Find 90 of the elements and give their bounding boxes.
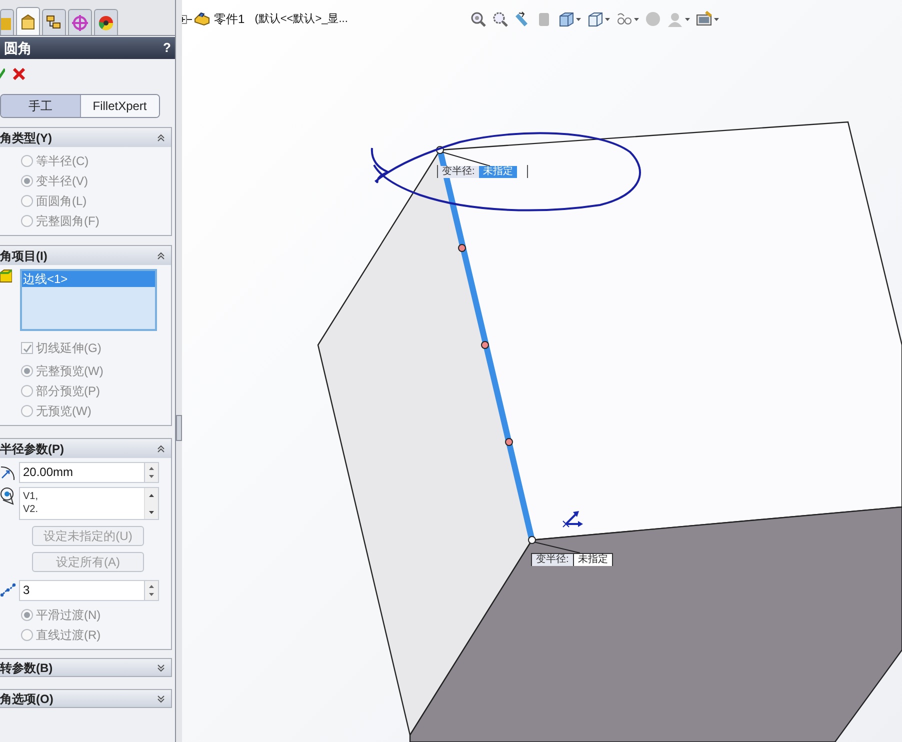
caret-icon[interactable] — [605, 18, 610, 21]
leader-line — [534, 542, 580, 554]
radius-icon — [0, 464, 16, 482]
close-icon[interactable] — [13, 68, 25, 80]
cube-icon[interactable] — [558, 11, 574, 28]
monitor-icon[interactable] — [696, 11, 712, 28]
section-header[interactable]: 角类型(Y) — [0, 128, 171, 147]
callout-label: 变半径: — [438, 166, 479, 178]
radio-button[interactable] — [21, 365, 33, 377]
section-header[interactable]: 角选项(O) — [0, 689, 172, 708]
radius-callout[interactable]: 变半径: 未指定 — [531, 553, 613, 566]
control-point[interactable] — [481, 341, 489, 349]
count-field[interactable]: 3 — [19, 580, 159, 600]
radio-label: 变半径(V) — [36, 173, 88, 190]
help-button[interactable]: ? — [163, 38, 171, 58]
radio-button[interactable] — [21, 609, 33, 621]
spin-buttons[interactable] — [144, 463, 158, 482]
scroll-bar[interactable] — [144, 488, 158, 519]
field-value: 3 — [22, 582, 31, 598]
radio-button[interactable] — [21, 405, 33, 417]
color-wheel-icon — [97, 14, 115, 32]
panel-tab[interactable] — [94, 9, 118, 35]
spin-buttons[interactable] — [144, 580, 158, 600]
points-icon — [0, 582, 16, 598]
radio-button[interactable] — [21, 175, 33, 187]
cube-icon[interactable] — [587, 11, 603, 28]
part-icon — [194, 12, 210, 26]
section-title: 角项目(I) — [0, 248, 48, 264]
list-item[interactable]: V2. — [23, 503, 144, 516]
expand-tree-icon[interactable] — [182, 14, 192, 24]
checkbox[interactable] — [21, 342, 33, 354]
callout-label: 变半径: — [532, 554, 573, 566]
caret-icon[interactable] — [714, 18, 719, 21]
radio-label: 等半径(C) — [36, 153, 89, 170]
leader-line — [442, 152, 490, 166]
arrow-icon[interactable] — [514, 11, 530, 28]
collapse-icon[interactable] — [157, 444, 165, 452]
collapse-handle[interactable] — [176, 415, 182, 441]
radius-field[interactable]: 20.00mm — [19, 462, 159, 483]
callout-value[interactable]: 未指定 — [572, 554, 612, 566]
radio-label: 完整圆角(F) — [36, 213, 100, 230]
radio-label: 完整预览(W) — [36, 363, 104, 380]
radio-button[interactable] — [21, 155, 33, 167]
section-title: 半径参数(P) — [0, 440, 64, 458]
triad-icon — [562, 511, 583, 528]
check-icon[interactable] — [0, 68, 5, 80]
collapse-icon[interactable] — [157, 252, 165, 260]
radio-label: 无预览(W) — [36, 403, 92, 420]
magnifier-icon[interactable] — [492, 11, 508, 28]
radio-label: 部分预览(P) — [36, 383, 100, 400]
panel-title: 圆角 — [4, 38, 32, 58]
house-icon — [19, 12, 37, 30]
part-name[interactable]: 零件1 — [214, 10, 245, 28]
section-header[interactable]: 转参数(B) — [0, 658, 172, 677]
control-point[interactable] — [505, 438, 513, 446]
checkbox-label: 切线延伸(G) — [36, 340, 102, 357]
panel-tab[interactable] — [42, 9, 66, 35]
vertex-list[interactable]: V1, V2. — [19, 487, 159, 520]
panel-tab[interactable] — [16, 7, 40, 35]
radio-button[interactable] — [21, 385, 33, 397]
radius-callout[interactable]: 变半径: 未指定 — [437, 165, 528, 178]
list-item[interactable]: V1, — [23, 490, 144, 503]
section-title: 角选项(O) — [0, 690, 54, 708]
vertex-icon — [0, 487, 16, 505]
expand-icon[interactable] — [157, 694, 165, 702]
caret-icon[interactable] — [685, 18, 690, 21]
tree-icon — [45, 14, 63, 32]
cube-icon — [0, 269, 12, 283]
radio-label: 面圆角(L) — [36, 193, 87, 210]
expand-icon[interactable] — [157, 664, 165, 672]
field-value: 20.00mm — [22, 464, 74, 481]
control-point[interactable] — [458, 244, 466, 252]
radio-button[interactable] — [21, 629, 33, 641]
configuration-name: (默认<<默认>_显... — [254, 12, 348, 27]
radio-label: 直线过渡(R) — [36, 627, 101, 644]
radio-label: 平滑过渡(N) — [36, 607, 101, 624]
section-title: 转参数(B) — [0, 660, 53, 676]
mode-tab[interactable]: 手工 — [1, 95, 80, 117]
section-header[interactable]: 半径参数(P) — [0, 439, 171, 458]
crosshair-icon — [71, 14, 89, 32]
section-title: 角类型(Y) — [0, 130, 52, 146]
radio-button[interactable] — [21, 215, 33, 227]
caret-icon[interactable] — [576, 18, 581, 21]
mode-tab[interactable]: FilletXpert — [80, 95, 159, 117]
section-header[interactable]: 角项目(I) — [0, 246, 171, 265]
radio-button[interactable] — [21, 195, 33, 207]
control-point[interactable] — [528, 536, 536, 544]
collapse-icon[interactable] — [157, 134, 165, 142]
caret-icon[interactable] — [634, 18, 639, 21]
magnifier-icon[interactable] — [470, 11, 486, 28]
